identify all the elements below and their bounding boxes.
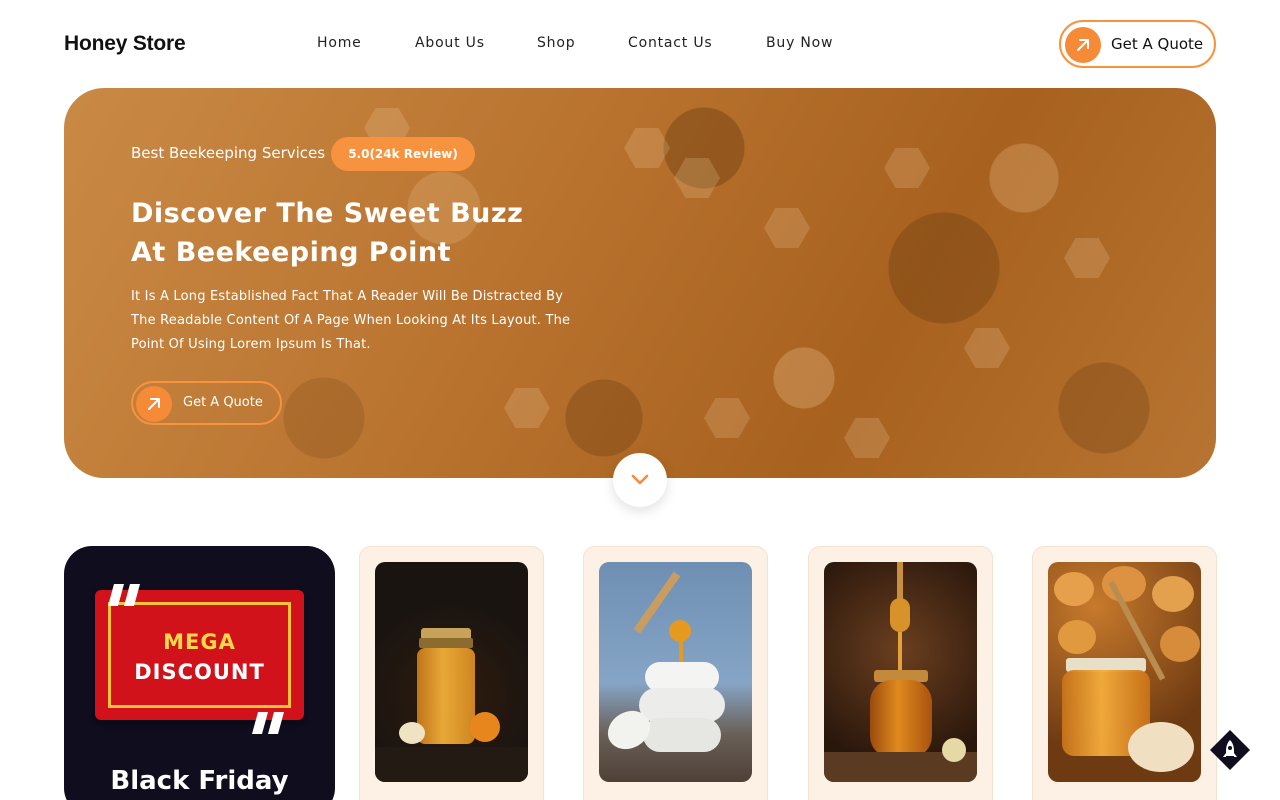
- chevron-down-icon: [631, 474, 649, 485]
- nav-buy-now[interactable]: Buy Now: [766, 35, 833, 51]
- hero-title-line-1: Discover The Sweet Buzz: [131, 198, 524, 229]
- banner-frame: [108, 602, 291, 708]
- product-image-honey-jar-with-flowers[interactable]: [375, 562, 528, 782]
- quote-mark-icon: [252, 712, 284, 734]
- scroll-down-button[interactable]: [613, 453, 667, 507]
- honeycomb-cell: [764, 208, 810, 248]
- arrow-up-right-icon: [136, 386, 172, 422]
- nav-shop[interactable]: Shop: [537, 35, 575, 51]
- black-friday-promo-card[interactable]: MEGA DISCOUNT Black Friday: [64, 546, 335, 800]
- honeycomb-cell: [704, 398, 750, 438]
- honeycomb-cell: [1064, 238, 1110, 278]
- hero-get-quote-button[interactable]: Get A Quote: [131, 381, 282, 425]
- rating-badge: 5.0(24k Review): [331, 137, 475, 171]
- nav-contact-us[interactable]: Contact Us: [628, 35, 712, 51]
- banner-discount-text: DISCOUNT: [134, 660, 265, 684]
- honeycomb-cell: [884, 148, 930, 188]
- product-card[interactable]: [808, 546, 993, 800]
- hero-title-line-2: At Beekeeping Point: [131, 237, 452, 268]
- hero-banner: Best Beekeeping Services 5.0(24k Review)…: [64, 88, 1216, 478]
- honeycomb-cell: [844, 418, 890, 458]
- honeycomb-cell: [504, 388, 550, 428]
- honeycomb-cell: [624, 128, 670, 168]
- header-get-quote-button[interactable]: Get A Quote: [1059, 20, 1216, 68]
- product-card[interactable]: [583, 546, 768, 800]
- hero-get-quote-label: Get A Quote: [183, 395, 263, 410]
- site-header: Honey Store Home About Us Shop Contact U…: [0, 0, 1280, 88]
- product-image-honey-jar-with-dipper[interactable]: [824, 562, 977, 782]
- nav-home[interactable]: Home: [317, 35, 362, 51]
- hero-description: It Is A Long Established Fact That A Rea…: [131, 289, 571, 352]
- hero-title: Discover The Sweet Buzz At Beekeeping Po…: [131, 194, 523, 272]
- product-image-honey-jar-with-biscuits[interactable]: [1048, 562, 1201, 782]
- nav-about-us[interactable]: About Us: [415, 35, 485, 51]
- brand-logo[interactable]: Honey Store: [64, 32, 186, 56]
- hero-tagline: Best Beekeeping Services: [131, 144, 326, 162]
- header-get-quote-label: Get A Quote: [1111, 35, 1204, 53]
- banner-mega-text: MEGA: [163, 630, 236, 654]
- promo-title: Black Friday: [110, 766, 289, 796]
- product-card[interactable]: [359, 546, 544, 800]
- back-to-top-button[interactable]: [1210, 730, 1250, 770]
- honeycomb-cell: [674, 158, 720, 198]
- product-card[interactable]: [1032, 546, 1217, 800]
- quote-mark-icon: [108, 584, 140, 606]
- honeycomb-cell: [964, 328, 1010, 368]
- product-image-honey-pot-with-dipper[interactable]: [599, 562, 752, 782]
- arrow-up-right-icon: [1065, 27, 1101, 63]
